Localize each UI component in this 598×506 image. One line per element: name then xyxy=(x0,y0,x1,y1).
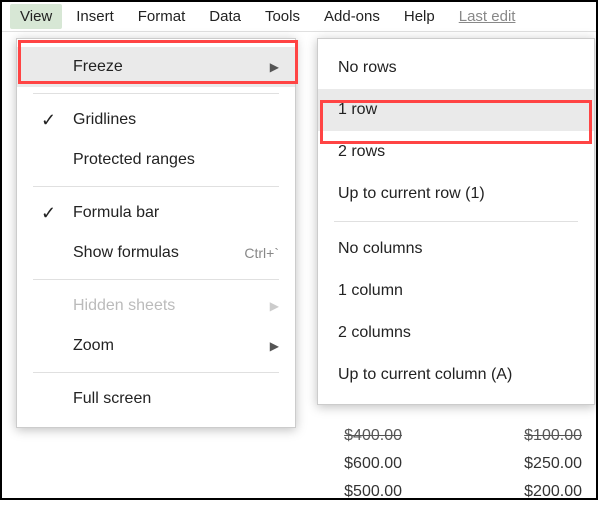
menu-full-screen[interactable]: Full screen xyxy=(17,379,295,419)
shortcut-text: Ctrl+` xyxy=(244,245,279,261)
freeze-up-to-column[interactable]: Up to current column (A) xyxy=(318,354,594,396)
menu-insert[interactable]: Insert xyxy=(66,4,124,29)
menu-gridlines[interactable]: ✓ Gridlines xyxy=(17,100,295,140)
freeze-submenu: No rows 1 row 2 rows Up to current row (… xyxy=(317,38,595,405)
checkmark-icon: ✓ xyxy=(41,203,56,224)
submenu-arrow-icon: ▶ xyxy=(270,60,279,74)
menu-separator xyxy=(33,372,279,373)
menu-protected-ranges[interactable]: Protected ranges xyxy=(17,140,295,180)
menu-show-formulas[interactable]: Show formulas Ctrl+` xyxy=(17,233,295,273)
menu-view[interactable]: View xyxy=(10,4,62,29)
menu-zoom[interactable]: Zoom ▶ xyxy=(17,326,295,366)
submenu-arrow-icon: ▶ xyxy=(270,339,279,353)
checkmark-icon: ✓ xyxy=(41,110,56,131)
menu-gridlines-label: Gridlines xyxy=(73,111,136,129)
freeze-up-to-row[interactable]: Up to current row (1) xyxy=(318,173,594,215)
menu-tools[interactable]: Tools xyxy=(255,4,310,29)
menu-hidden-sheets: Hidden sheets ▶ xyxy=(17,286,295,326)
menubar: View Insert Format Data Tools Add-ons He… xyxy=(2,2,596,32)
menu-protected-ranges-label: Protected ranges xyxy=(73,151,195,169)
cell[interactable]: $250.00 xyxy=(482,455,582,473)
menu-format[interactable]: Format xyxy=(128,4,196,29)
menu-hidden-sheets-label: Hidden sheets xyxy=(73,297,175,315)
menu-separator xyxy=(33,186,279,187)
menu-show-formulas-label: Show formulas xyxy=(73,244,179,262)
menu-separator xyxy=(334,221,578,222)
cell[interactable]: $200.00 xyxy=(482,483,582,501)
last-edit-link[interactable]: Last edit xyxy=(459,8,516,25)
menu-addons[interactable]: Add-ons xyxy=(314,4,390,29)
menu-formula-bar-label: Formula bar xyxy=(73,204,159,222)
menu-freeze-label: Freeze xyxy=(73,58,123,76)
cell[interactable]: $100.00 xyxy=(482,427,582,445)
menu-freeze[interactable]: Freeze ▶ xyxy=(17,47,295,87)
freeze-no-rows[interactable]: No rows xyxy=(318,47,594,89)
cell[interactable]: $400.00 xyxy=(302,427,402,445)
menu-help[interactable]: Help xyxy=(394,4,445,29)
freeze-1-column[interactable]: 1 column xyxy=(318,270,594,312)
freeze-1-row[interactable]: 1 row xyxy=(318,89,594,131)
menu-full-screen-label: Full screen xyxy=(73,390,151,408)
submenu-arrow-icon: ▶ xyxy=(270,299,279,313)
freeze-2-rows[interactable]: 2 rows xyxy=(318,131,594,173)
freeze-2-columns[interactable]: 2 columns xyxy=(318,312,594,354)
menu-separator xyxy=(33,279,279,280)
menu-separator xyxy=(33,93,279,94)
menu-zoom-label: Zoom xyxy=(73,337,114,355)
cell[interactable]: $500.00 xyxy=(302,483,402,501)
freeze-no-columns[interactable]: No columns xyxy=(318,228,594,270)
menu-formula-bar[interactable]: ✓ Formula bar xyxy=(17,193,295,233)
view-dropdown: Freeze ▶ ✓ Gridlines Protected ranges ✓ … xyxy=(16,38,296,428)
spreadsheet-cells: $400.00 $100.00 $600.00 $250.00 $500.00 … xyxy=(302,422,582,506)
cell[interactable]: $600.00 xyxy=(302,455,402,473)
menu-data[interactable]: Data xyxy=(199,4,251,29)
